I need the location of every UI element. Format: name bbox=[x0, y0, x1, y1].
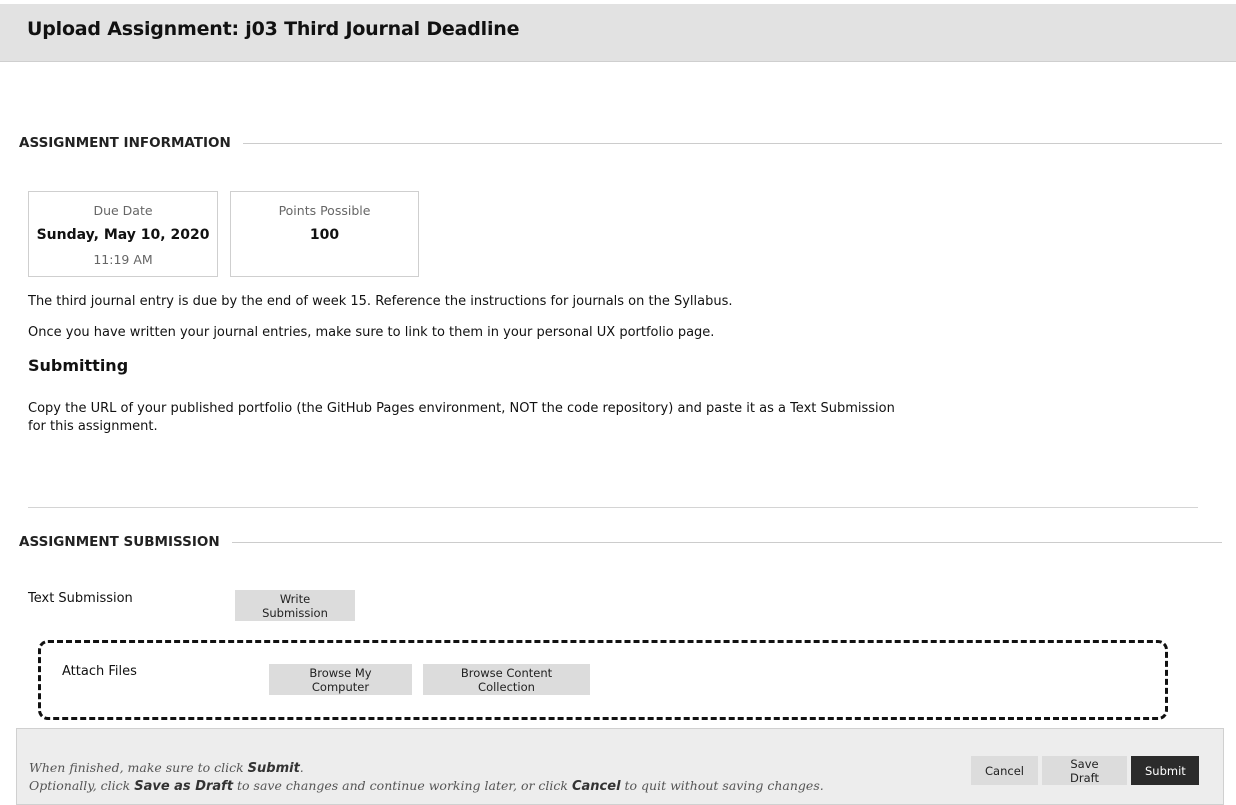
attach-files-highlight bbox=[38, 640, 1168, 720]
cancel-button[interactable]: Cancel bbox=[971, 756, 1038, 785]
instructions-paragraph-1: The third journal entry is due by the en… bbox=[28, 294, 733, 309]
page-title: Upload Assignment: j03 Third Journal Dea… bbox=[27, 18, 520, 40]
submit-button[interactable]: Submit bbox=[1131, 756, 1199, 785]
due-date-card: Due Date Sunday, May 10, 2020 11:19 AM bbox=[28, 191, 218, 277]
browse-content-collection-button[interactable]: Browse Content Collection bbox=[423, 664, 590, 695]
due-date-time: 11:19 AM bbox=[93, 252, 153, 267]
due-date-label: Due Date bbox=[93, 203, 153, 218]
section-rule bbox=[242, 142, 1222, 144]
section-title: ASSIGNMENT SUBMISSION bbox=[19, 534, 220, 550]
instructions-paragraph-2: Once you have written your journal entri… bbox=[28, 325, 715, 340]
save-draft-button[interactable]: Save Draft bbox=[1042, 756, 1127, 785]
submitting-instructions: Copy the URL of your published portfolio… bbox=[28, 401, 895, 434]
attach-files-label: Attach Files bbox=[62, 664, 137, 679]
section-divider bbox=[28, 507, 1198, 508]
browse-my-computer-button[interactable]: Browse My Computer bbox=[269, 664, 412, 695]
section-title: ASSIGNMENT INFORMATION bbox=[19, 135, 231, 151]
points-value: 100 bbox=[309, 227, 340, 243]
assignment-information-heading: ASSIGNMENT INFORMATION bbox=[19, 133, 1222, 153]
page-header: Upload Assignment: j03 Third Journal Dea… bbox=[0, 4, 1236, 62]
submission-footer: When finished, make sure to click Submit… bbox=[16, 728, 1224, 805]
footer-instruction-line-1: When finished, make sure to click Submit… bbox=[29, 760, 304, 776]
write-submission-button[interactable]: Write Submission bbox=[235, 590, 355, 621]
footer-submit-keyword: Submit bbox=[247, 761, 300, 776]
footer-instruction-line-2: Optionally, click Save as Draft to save … bbox=[29, 778, 824, 794]
due-date-value: Sunday, May 10, 2020 bbox=[36, 227, 210, 243]
footer-save-keyword: Save as Draft bbox=[134, 779, 234, 794]
section-rule bbox=[231, 541, 1222, 543]
submitting-heading: Submitting bbox=[28, 356, 129, 375]
assignment-submission-heading: ASSIGNMENT SUBMISSION bbox=[19, 532, 1222, 552]
points-label: Points Possible bbox=[278, 203, 371, 218]
points-possible-card: Points Possible 100 bbox=[230, 191, 419, 277]
text-submission-label: Text Submission bbox=[28, 591, 133, 606]
footer-cancel-keyword: Cancel bbox=[571, 779, 621, 794]
